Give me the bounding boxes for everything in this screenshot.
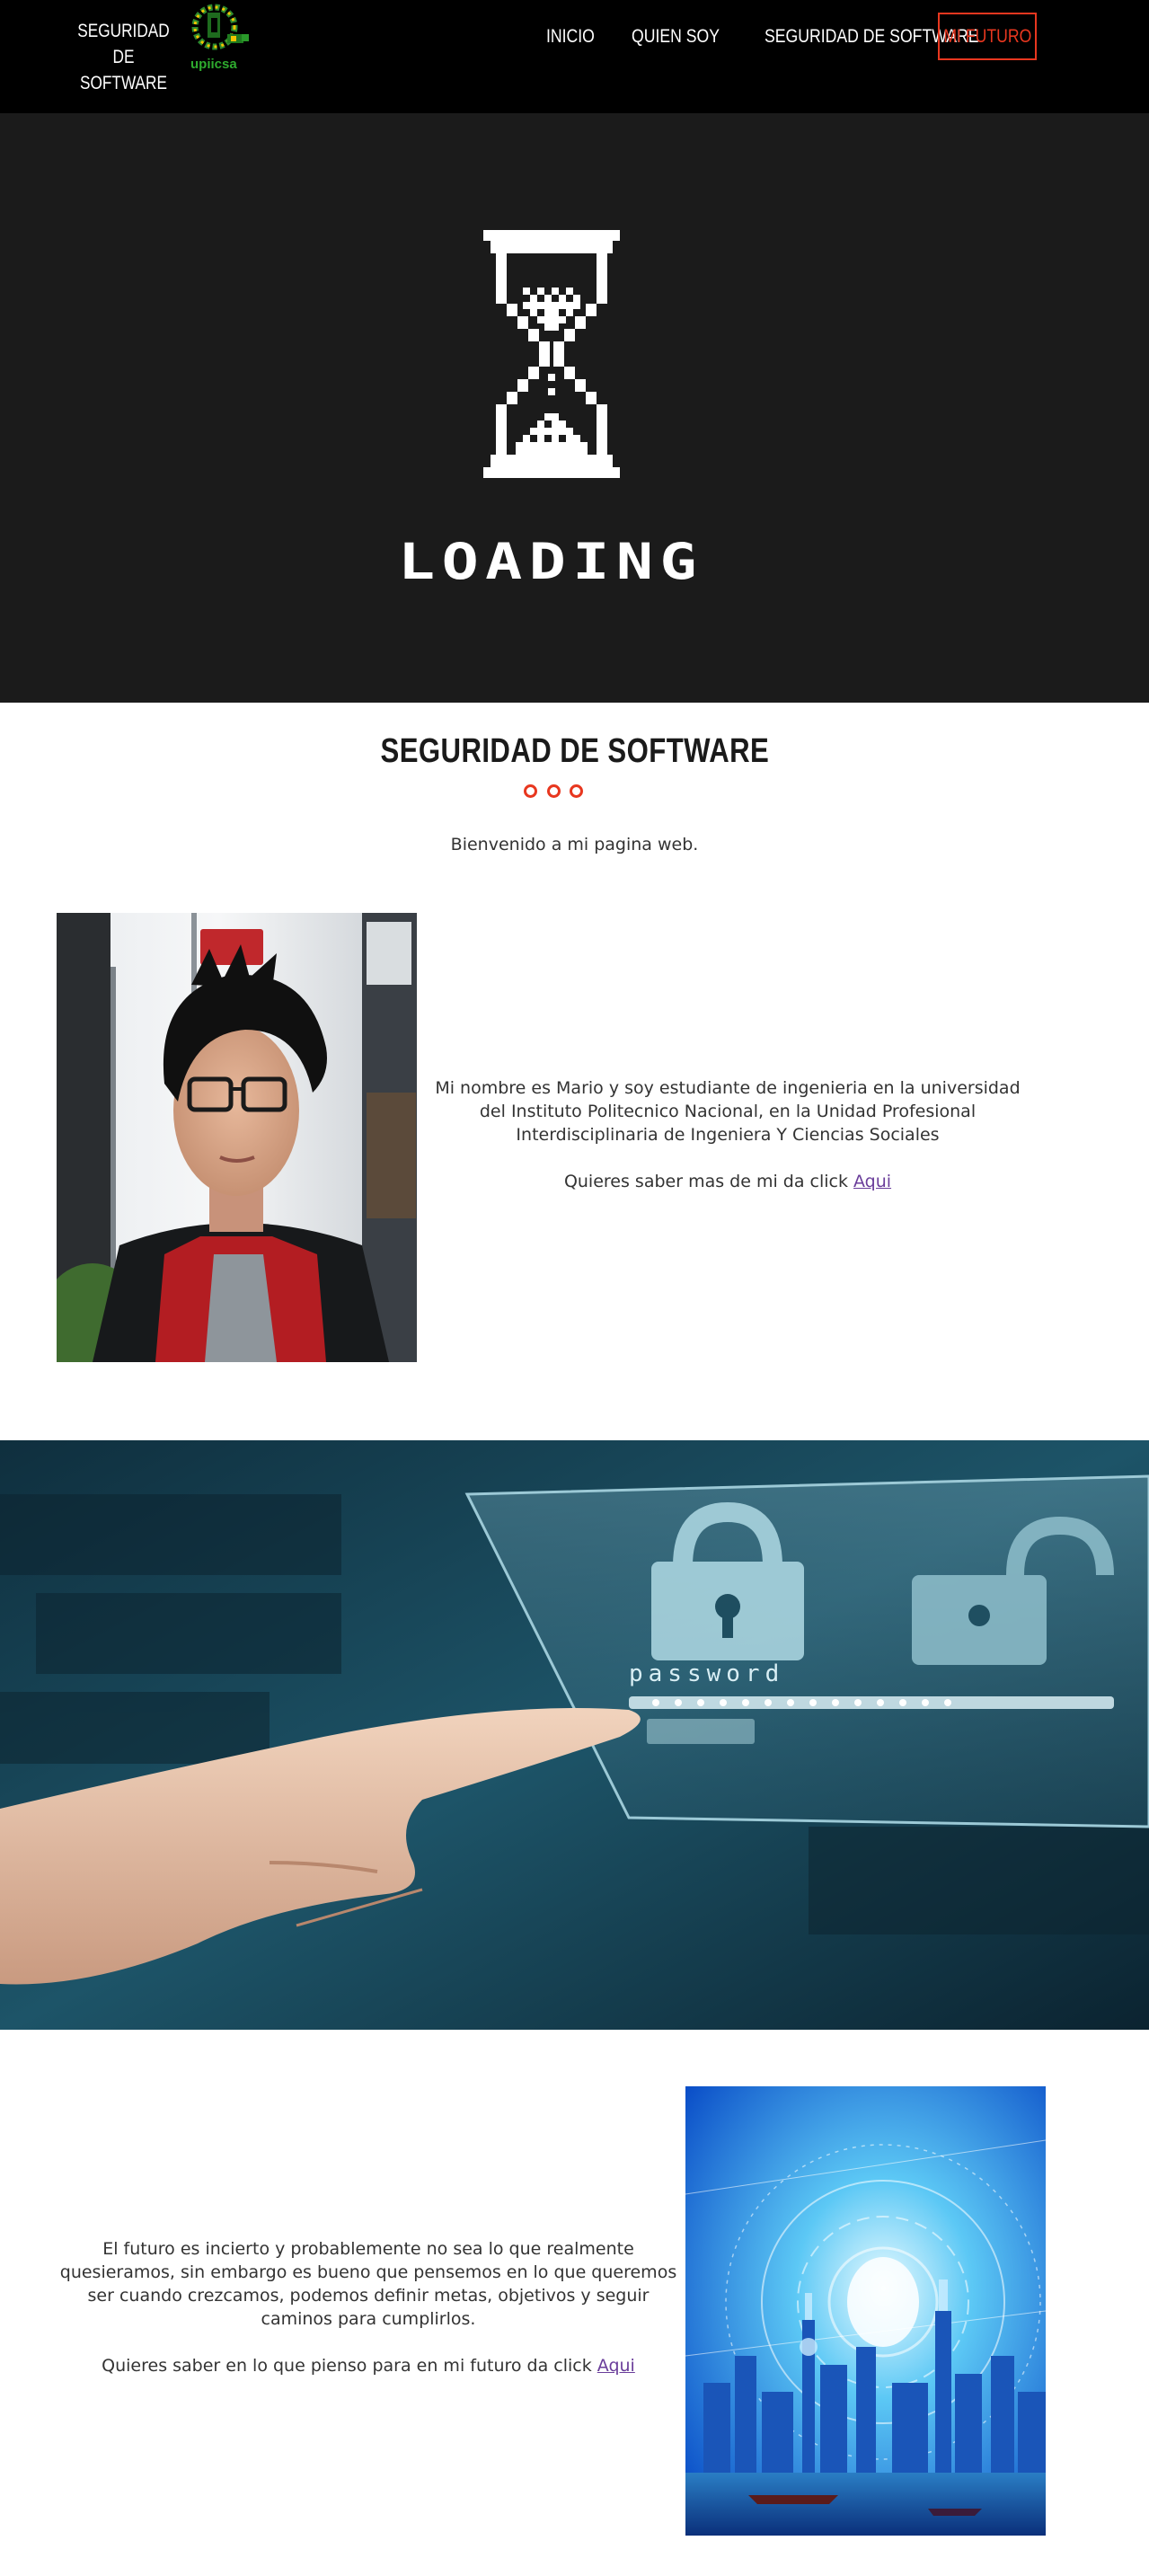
logo-text: upiicsa [190,57,237,72]
welcome-text: Bienvenido a mi pagina web. [450,835,699,854]
section-title: SEGURIDAD DE SOFTWARE [0,732,1149,771]
loading-hero: LOADING [0,113,1149,703]
about-more-link[interactable]: Aqui [853,1172,891,1191]
password-label: password [629,1660,784,1687]
brand-title[interactable]: SEGURIDAD DE SOFTWARE [74,18,173,96]
future-link-line: Quieres saber en lo que pienso para en m… [54,2354,683,2377]
divider-dot [524,784,537,798]
divider-dot [546,784,561,798]
nav-mi-futuro-button[interactable]: MI FUTURO [938,13,1037,60]
loading-text: LOADING [398,537,703,584]
hourglass-icon [483,230,620,478]
future-city-image [685,2086,1046,2536]
loading-label: LOADING [398,537,703,584]
future-text: El futuro es incierto y probablemente no… [59,2239,677,2329]
nav-quien-soy[interactable]: QUIEN SOY [632,26,720,48]
profile-photo [57,913,417,1362]
about-block: Mi nombre es Mario y soy estudiante de i… [422,1076,1033,1193]
logo-emblem [191,4,249,50]
future-block: El futuro es incierto y probablemente no… [54,2237,683,2377]
future-link-prefix: Quieres saber en lo que pienso para en m… [102,2356,597,2376]
nav-inicio[interactable]: INICIO [546,26,595,48]
navbar: SEGURIDAD DE SOFTWARE upiicsa INICIO QUI… [0,0,1149,113]
title-divider-dots [524,784,583,801]
security-banner-image: password [0,1440,1149,2030]
nav-mi-futuro-label: MI FUTURO [943,25,1031,47]
brand-line-1: SEGURIDAD DE [77,21,170,67]
brand-line-2: SOFTWARE [80,73,167,93]
about-link-line: Quieres saber mas de mi da click Aqui [422,1170,1033,1193]
divider-dot [570,784,583,798]
about-text: Mi nombre es Mario y soy estudiante de i… [435,1078,1021,1145]
section-title-text: SEGURIDAD DE SOFTWARE [380,732,769,770]
about-link-prefix: Quieres saber mas de mi da click [563,1172,854,1191]
future-more-link[interactable]: Aqui [597,2356,635,2376]
upiicsa-logo[interactable]: upiicsa [188,0,255,77]
